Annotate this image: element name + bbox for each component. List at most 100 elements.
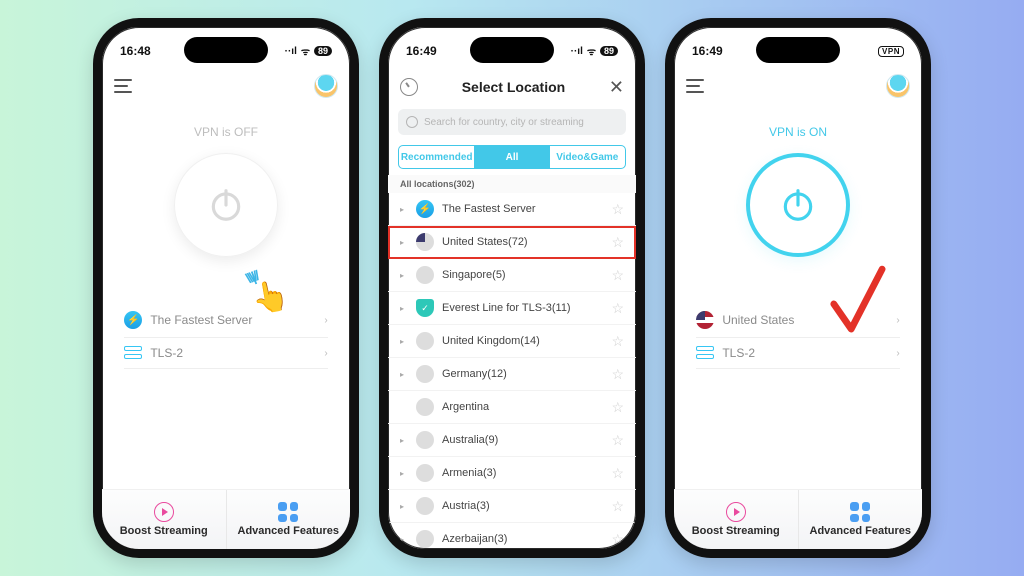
checkmark-overlay: [828, 262, 886, 347]
location-name: Azerbaijan(3): [442, 533, 507, 545]
favorite-star-icon[interactable]: ☆: [611, 399, 624, 416]
location-name: Everest Line for TLS-3(11): [442, 302, 571, 314]
server-selector[interactable]: ⚡ The Fastest Server ›: [124, 303, 327, 338]
advanced-features-tab[interactable]: Advanced Features: [799, 490, 923, 549]
expand-arrow-icon: ▸: [400, 469, 408, 478]
grid-icon: [278, 502, 298, 522]
menu-button[interactable]: [114, 79, 134, 93]
power-button[interactable]: [746, 153, 850, 257]
close-button[interactable]: ✕: [609, 77, 624, 98]
bolt-icon: ⚡: [124, 311, 142, 329]
line-icon: [696, 346, 714, 360]
expand-arrow-icon: ▸: [400, 337, 408, 346]
location-name: Germany(12): [442, 368, 507, 380]
advanced-features-tab[interactable]: Advanced Features: [227, 490, 351, 549]
flag-at-icon: [416, 497, 434, 515]
favorite-star-icon[interactable]: ☆: [611, 432, 624, 449]
favorite-star-icon[interactable]: ☆: [611, 234, 624, 251]
expand-arrow-icon: ▸: [400, 502, 408, 511]
location-name: Armenia(3): [442, 467, 496, 479]
bolt-icon: ⚡: [416, 200, 434, 218]
shield-icon: ✓: [416, 299, 434, 317]
flag-sg-icon: [416, 266, 434, 284]
segment-control[interactable]: Recommended All Video&Game: [398, 145, 626, 169]
phone-3: 16:49 VPN VPN is ON United States ›: [665, 18, 931, 558]
power-icon: [779, 186, 817, 224]
expand-arrow-icon: ▸: [400, 271, 408, 280]
chevron-right-icon: ›: [324, 348, 327, 359]
favorite-star-icon[interactable]: ☆: [611, 201, 624, 218]
grid-icon: [850, 502, 870, 522]
line-name: TLS-2: [722, 346, 755, 360]
flag-am-icon: [416, 464, 434, 482]
expand-arrow-icon: ▸: [400, 238, 408, 247]
location-row[interactable]: Argentina ☆: [388, 391, 636, 424]
location-row[interactable]: ▸ Singapore(5) ☆: [388, 259, 636, 292]
location-row[interactable]: ▸ Armenia(3) ☆: [388, 457, 636, 490]
phone-1: 16:48 ··ıl ᯤ 89 VPN is OFF ⚡ The Fastest…: [93, 18, 359, 558]
menu-button[interactable]: [686, 79, 706, 93]
section-header: All locations(302): [388, 175, 636, 193]
boost-streaming-tab[interactable]: Boost Streaming: [102, 490, 226, 549]
location-name: Singapore(5): [442, 269, 506, 281]
flag-az-icon: [416, 530, 434, 548]
location-row[interactable]: ▸Germany(12)☆: [388, 358, 636, 391]
power-button[interactable]: [174, 153, 278, 257]
chevron-right-icon: ›: [896, 315, 899, 326]
flag-ar-icon: [416, 398, 434, 416]
location-row[interactable]: ▸ Austria(3) ☆: [388, 490, 636, 523]
flag-au-icon: [416, 431, 434, 449]
expand-arrow-icon: ▸: [400, 304, 408, 313]
power-icon: [207, 186, 245, 224]
vpn-status-label: VPN is ON: [769, 125, 827, 139]
boost-streaming-tab[interactable]: Boost Streaming: [674, 490, 798, 549]
dynamic-island: [756, 37, 840, 63]
location-row[interactable]: ▸ United States(72) ☆: [388, 226, 636, 259]
expand-arrow-icon: ▸: [400, 535, 408, 544]
location-row[interactable]: ▸⚡The Fastest Server☆: [388, 193, 636, 226]
page-title: Select Location: [462, 79, 565, 95]
profile-avatar[interactable]: [886, 74, 910, 98]
phone-2: 16:49 ··ıl ᯤ 89 Select Location ✕ Search…: [379, 18, 645, 558]
vpn-status-label: VPN is OFF: [194, 125, 258, 139]
favorite-star-icon[interactable]: ☆: [611, 366, 624, 383]
favorite-star-icon[interactable]: ☆: [611, 333, 624, 350]
location-name: United Kingdom(14): [442, 335, 540, 347]
favorite-star-icon[interactable]: ☆: [611, 465, 624, 482]
history-icon[interactable]: [400, 78, 418, 96]
favorite-star-icon[interactable]: ☆: [611, 300, 624, 317]
favorite-star-icon[interactable]: ☆: [611, 267, 624, 284]
profile-avatar[interactable]: [314, 74, 338, 98]
location-name: Australia(9): [442, 434, 498, 446]
chevron-right-icon: ›: [896, 348, 899, 359]
dynamic-island: [470, 37, 554, 63]
server-name: The Fastest Server: [150, 313, 252, 327]
dynamic-island: [184, 37, 268, 63]
location-name: The Fastest Server: [442, 203, 536, 215]
location-row[interactable]: ▸ Azerbaijan(3) ☆: [388, 523, 636, 549]
line-name: TLS-2: [150, 346, 183, 360]
favorite-star-icon[interactable]: ☆: [611, 531, 624, 548]
location-name: Argentina: [442, 401, 489, 413]
seg-all[interactable]: All: [474, 146, 549, 168]
location-name: United States(72): [442, 236, 528, 248]
chevron-right-icon: ›: [324, 315, 327, 326]
flag-us-icon: [416, 233, 434, 251]
location-row[interactable]: ▸ ✓ Everest Line for TLS-3(11) ☆: [388, 292, 636, 325]
line-icon: [124, 346, 142, 360]
location-list[interactable]: ▸ ⚡ The Fastest Server ☆ ▸ United States(72) ☆…: [388, 193, 636, 549]
expand-arrow-icon: ▸: [400, 436, 408, 445]
seg-video-game[interactable]: Video&Game: [550, 146, 625, 168]
seg-recommended[interactable]: Recommended: [399, 146, 474, 168]
location-row[interactable]: ▸ Australia(9) ☆: [388, 424, 636, 457]
flag-de-icon: [416, 365, 434, 383]
location-row[interactable]: ▸ United Kingdom(14) ☆: [388, 325, 636, 358]
location-name: Austria(3): [442, 500, 490, 512]
play-icon: [726, 502, 746, 522]
search-input[interactable]: Search for country, city or streaming: [398, 109, 626, 135]
flag-uk-icon: [416, 332, 434, 350]
line-selector[interactable]: TLS-2 ›: [124, 338, 327, 369]
favorite-star-icon[interactable]: ☆: [611, 498, 624, 515]
server-name: United States: [722, 313, 794, 327]
flag-us-icon: [696, 311, 714, 329]
